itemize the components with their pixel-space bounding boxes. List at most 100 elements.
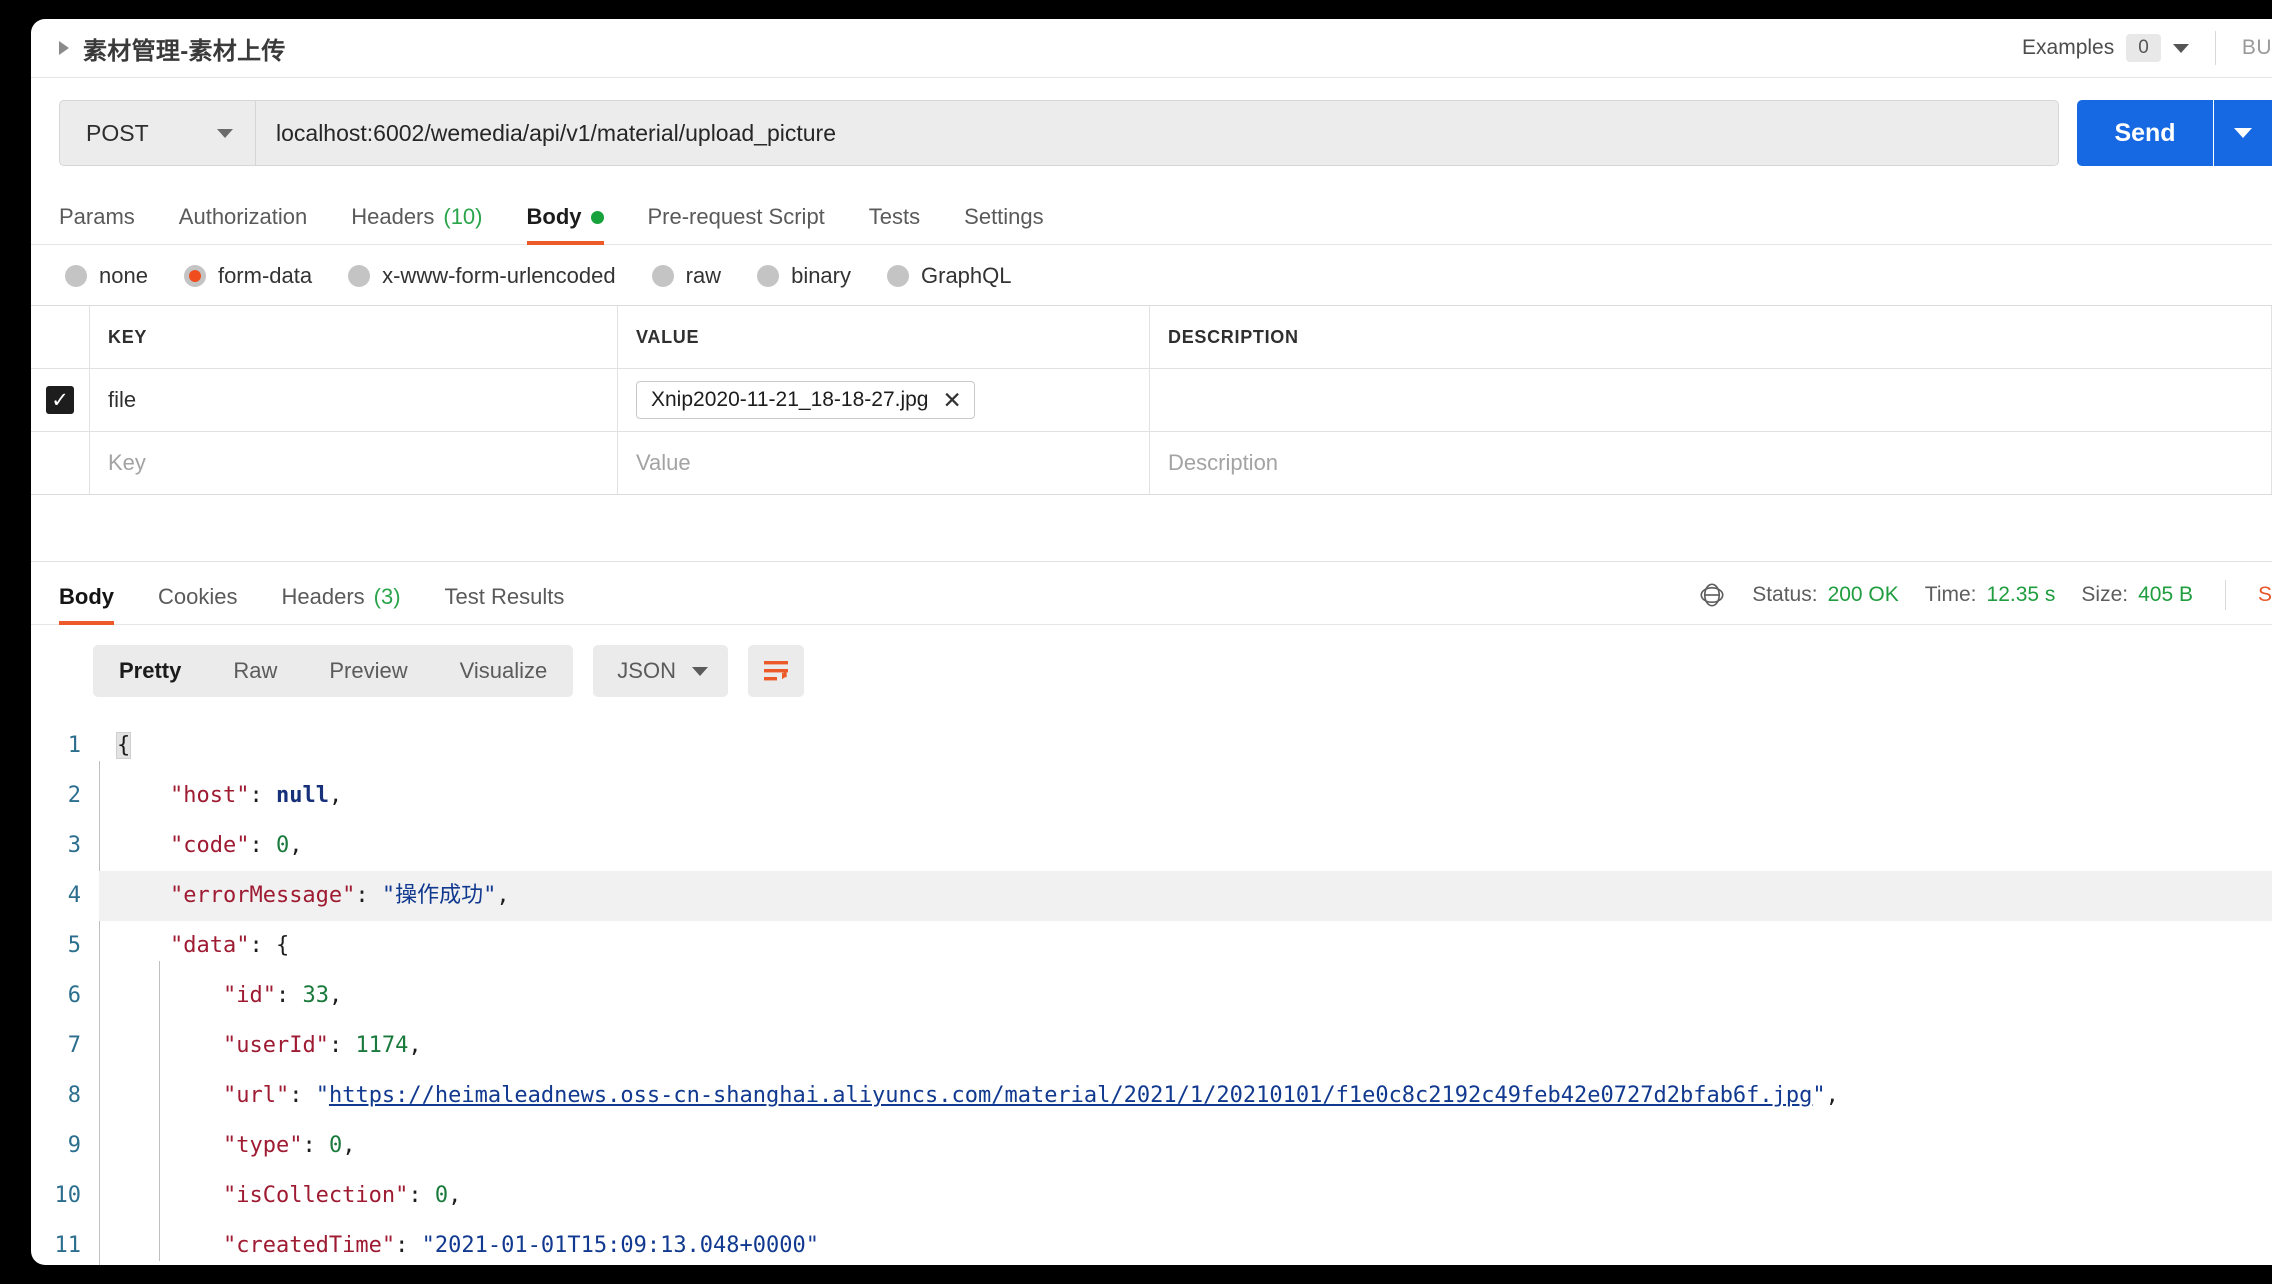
tab-authorization[interactable]: Authorization [179,204,307,244]
response-body-code[interactable]: 1 2 3 4 5 6 7 8 9 10 11 12 13 { "host": … [31,715,2272,1265]
tab-label: Body [59,584,114,609]
line-number: 3 [67,833,81,858]
json-key-type: "type" [222,1133,303,1158]
tab-tests[interactable]: Tests [869,204,920,244]
code-line: "type": 0, [222,1133,356,1158]
view-mode-visualize[interactable]: Visualize [434,645,574,697]
save-response-button[interactable]: S [2258,583,2272,607]
line-number-gutter: 1 2 3 4 5 6 7 8 9 10 11 12 13 [31,721,99,1265]
chevron-down-icon [2234,128,2252,138]
code-line: "code": 0, [169,833,303,858]
header-right-group: Examples 0 BU [2022,19,2272,77]
chevron-down-icon [691,666,708,676]
tab-body[interactable]: Body [526,204,604,245]
row-description-input[interactable] [1150,369,2272,431]
tab-label: Cookies [158,584,238,609]
request-response-splitter[interactable] [31,495,2272,562]
response-tab-cookies[interactable]: Cookies [158,584,237,624]
code-line: "id": 33, [222,983,343,1008]
remove-file-icon[interactable]: ✕ [943,388,962,412]
view-mode-preview[interactable]: Preview [303,645,433,697]
tab-label: Headers [281,584,365,609]
file-name: Xnip2020-11-21_18-18-27.jpg [651,388,929,411]
body-type-binary[interactable]: binary [757,263,851,289]
row-enable-cell-empty[interactable] [31,432,90,494]
word-wrap-button[interactable] [747,645,804,697]
response-tab-test-results[interactable]: Test Results [445,584,565,624]
tab-label: Authorization [178,204,308,229]
view-mode-raw[interactable]: Raw [207,645,303,697]
line-number: 9 [67,1133,81,1158]
tab-label: Body [526,204,582,229]
build-button[interactable]: BU [2242,36,2272,60]
body-type-urlencoded[interactable]: x-www-form-urlencoded [348,263,616,289]
json-key-code: "code" [169,833,250,858]
row-key-input[interactable]: file [90,369,618,431]
meta-divider [2224,580,2226,610]
json-value-host: null [275,783,329,808]
postman-request-window: 素材管理-素材上传 Examples 0 BU POST localhost:6… [31,19,2272,1265]
radio-label: GraphQL [921,263,1012,288]
http-method-select[interactable]: POST [59,100,255,166]
code-line: "createdTime": "2021-01-01T15:09:13.048+… [222,1233,820,1258]
radio-icon [348,265,371,287]
request-title-group: 素材管理-素材上传 [59,31,286,66]
radio-label: x-www-form-urlencoded [382,263,616,288]
row-enable-cell[interactable]: ✓ [31,369,90,431]
json-key-url: "url" [222,1083,290,1108]
json-value-type: 0 [328,1133,343,1158]
chevron-down-icon[interactable] [217,128,233,138]
tab-count: (10) [443,204,483,229]
line-number: 6 [67,983,81,1008]
tab-label: Headers [351,204,435,229]
response-tab-headers[interactable]: Headers (3) [281,584,400,624]
radio-label: form-data [217,263,313,288]
json-value-createdtime: "2021-01-01T15:09:13.048+0000" [421,1233,820,1258]
code-line: "data": { [169,933,290,958]
tab-pre-request-script[interactable]: Pre-request Script [648,204,825,244]
line-number: 2 [67,783,81,808]
view-mode-pretty[interactable]: Pretty [93,645,207,697]
send-button[interactable]: Send [2077,100,2213,166]
json-key-userid: "userId" [222,1033,329,1058]
json-value-url-link[interactable]: https://heimaleadnews.oss-cn-shanghai.al… [329,1083,1812,1108]
time-value: 12.35 s [1986,583,2056,606]
tab-label: Params [59,204,135,229]
examples-dropdown[interactable]: Examples 0 [2022,34,2189,62]
triangle-right-icon[interactable] [59,41,69,55]
globe-icon[interactable] [1698,581,1726,609]
column-header-value: VALUE [618,306,1150,368]
new-value-input[interactable]: Value [618,432,1150,494]
checkbox-checked-icon[interactable]: ✓ [46,386,74,414]
line-number: 1 [67,733,81,758]
body-type-raw[interactable]: raw [651,263,721,289]
radio-icon [65,265,87,287]
url-text: localhost:6002/wemedia/api/v1/material/u… [276,119,837,146]
json-key-id: "id" [222,983,276,1008]
tab-params[interactable]: Params [59,204,135,244]
response-format-select[interactable]: JSON [593,645,728,697]
send-button-group: Send [2077,100,2272,166]
code-line-active: "errorMessage": "操作成功", [99,871,2272,921]
json-key-host: "host" [169,783,250,808]
code-line: "userId": 1174, [222,1033,422,1058]
row-value-cell[interactable]: Xnip2020-11-21_18-18-27.jpg ✕ [618,369,1150,431]
send-options-button[interactable] [2214,100,2272,166]
json-value-id: 33 [302,983,329,1008]
file-chip[interactable]: Xnip2020-11-21_18-18-27.jpg ✕ [636,381,975,419]
body-type-graphql[interactable]: GraphQL [887,263,1012,289]
url-input[interactable]: localhost:6002/wemedia/api/v1/material/u… [255,100,2059,166]
radio-selected-icon [183,265,206,287]
body-type-none[interactable]: none [65,263,148,289]
radio-icon [651,265,674,287]
json-root-open-brace[interactable]: { [115,732,132,759]
chevron-down-icon[interactable] [2172,43,2189,53]
tab-headers[interactable]: Headers (10) [351,204,482,244]
new-key-input[interactable]: Key [90,432,618,494]
new-description-input[interactable]: Description [1150,432,2272,494]
json-key-data: "data" [169,933,250,958]
tab-settings[interactable]: Settings [964,204,1044,244]
response-tab-body[interactable]: Body [59,584,114,625]
body-type-form-data[interactable]: form-data [183,263,313,289]
response-tabs: Body Cookies Headers (3) Test Results [59,562,565,625]
